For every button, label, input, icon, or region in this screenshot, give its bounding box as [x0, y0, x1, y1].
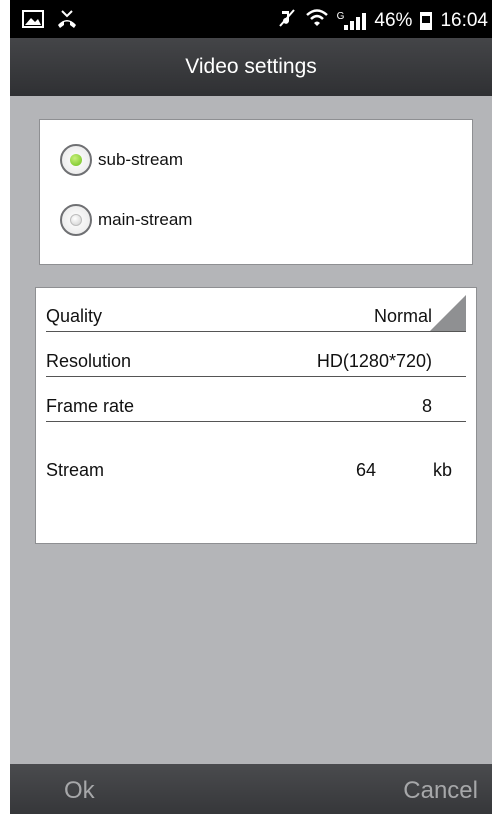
frame-rate-label: Frame rate — [46, 396, 135, 416]
cancel-button[interactable]: Cancel — [403, 764, 478, 814]
sub-stream-label: sub-stream — [98, 150, 184, 169]
battery-percent: 46% — [374, 10, 413, 31]
stream-unit: kb — [432, 460, 452, 480]
quality-row[interactable]: Quality Normal — [46, 291, 466, 332]
clock: 16:04 — [440, 10, 488, 31]
status-bar: G 46% 16:04 — [10, 0, 492, 38]
bottom-bar: Ok Cancel — [10, 764, 492, 814]
stream-row: Stream 64 kb — [46, 445, 466, 485]
frame-rate-row[interactable]: Frame rate 8 — [46, 381, 466, 422]
ok-button[interactable]: Ok — [64, 764, 95, 814]
signal-icon — [344, 12, 367, 30]
stream-label: Stream — [46, 460, 105, 480]
resolution-value[interactable]: HD(1280*720) — [317, 351, 432, 372]
dropdown-triangle-icon — [430, 295, 466, 331]
page-title: Video settings — [185, 55, 317, 78]
sub-stream-radio[interactable] — [60, 144, 92, 176]
settings-panel: Quality Normal Resolution HD(1280*720) F… — [35, 287, 477, 544]
sub-stream-option[interactable]: sub-stream — [60, 144, 183, 176]
resolution-row[interactable]: Resolution HD(1280*720) — [46, 336, 466, 377]
missed-call-icon — [56, 9, 78, 34]
mute-icon — [277, 8, 297, 34]
resolution-label: Resolution — [46, 351, 132, 371]
title-bar: Video settings — [10, 38, 492, 96]
main-stream-label: main-stream — [98, 210, 193, 229]
stream-value[interactable]: 64 — [356, 460, 376, 481]
network-type: G — [336, 11, 345, 22]
main-stream-radio[interactable] — [60, 204, 92, 236]
wifi-icon — [305, 8, 329, 34]
battery-icon — [420, 12, 433, 30]
quality-dropdown[interactable]: Normal — [374, 306, 432, 327]
main-stream-option[interactable]: main-stream — [60, 204, 192, 236]
app-frame: G 46% 16:04 Video settings sub-stream ma… — [10, 0, 492, 814]
stream-panel: sub-stream main-stream — [39, 119, 473, 265]
frame-rate-value[interactable]: 8 — [422, 396, 432, 417]
image-icon — [22, 10, 44, 33]
quality-label: Quality — [46, 306, 103, 326]
